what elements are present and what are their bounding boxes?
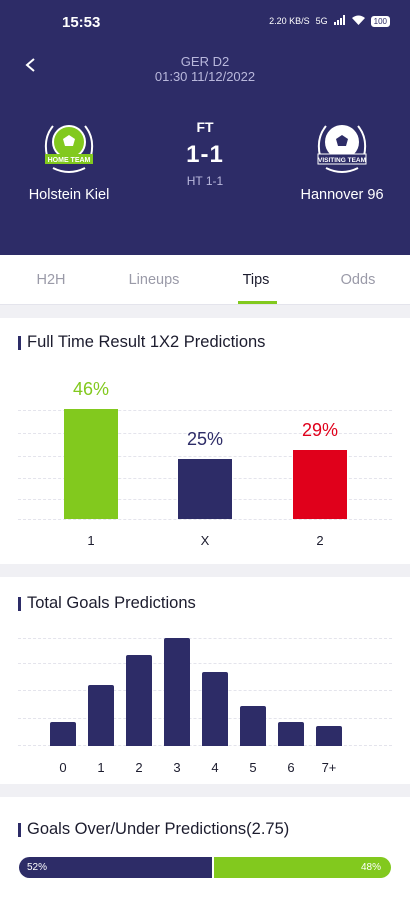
tab-lineups[interactable]: Lineups: [104, 272, 204, 288]
goals-category-label: 5: [249, 760, 257, 775]
goals-bar-2: [126, 654, 152, 746]
tab-h2h[interactable]: H2H: [1, 272, 101, 288]
goals-category-label: 6: [287, 760, 295, 775]
match-datetime: 01:30 11/12/2022: [154, 69, 256, 84]
league-name: GER D2: [180, 54, 230, 69]
title-accent-bar: [18, 596, 21, 611]
goals-bar-5: [240, 705, 266, 746]
result-predictions-title-text: Full Time Result 1X2 Predictions: [27, 333, 266, 351]
network-icon: 5G: [315, 16, 328, 26]
home-team-name[interactable]: Holstein Kiel: [4, 187, 134, 203]
goals-category-label: 1: [97, 760, 105, 775]
goals-bar-1: [88, 685, 114, 746]
status-time: 15:53: [62, 14, 101, 31]
title-accent-bar: [18, 822, 21, 837]
goals-category-label: 7+: [321, 760, 337, 775]
goals-bar-6: [278, 722, 304, 746]
over-segment: 48%: [214, 857, 391, 878]
prediction-bar-away: [293, 449, 347, 519]
status-bar: 15:53 2.20 KB/S 5G 100: [0, 0, 410, 40]
prediction-category-home: 1: [87, 533, 95, 548]
halftime-score: HT 1-1: [186, 174, 224, 188]
status-icons: 2.20 KB/S 5G 100: [269, 15, 390, 27]
goals-bar-7plus: [316, 725, 342, 746]
goals-bar-3: [164, 638, 190, 746]
away-team-name[interactable]: Hannover 96: [277, 187, 407, 203]
tab-odds[interactable]: Odds: [308, 272, 408, 288]
under-segment: 52%: [19, 857, 213, 878]
prediction-category-draw: X: [200, 533, 210, 548]
tab-tips[interactable]: Tips: [206, 272, 306, 288]
over-under-title: Goals Over/Under Predictions(2.75): [18, 820, 289, 839]
result-predictions-card: Full Time Result 1X2 Predictions 46% 25%…: [0, 318, 410, 564]
goals-category-label: 0: [59, 760, 67, 775]
prediction-label-away: 29%: [301, 419, 339, 440]
goals-category-label: 4: [211, 760, 219, 775]
goals-predictions-card: Total Goals Predictions 0 1 2 3 4 5 6 7+: [0, 577, 410, 784]
goals-category-label: 3: [173, 760, 181, 775]
prediction-bar-draw: [178, 459, 232, 519]
signal-icon: [333, 15, 346, 27]
over-under-title-text: Goals Over/Under Predictions(2.75): [27, 820, 290, 838]
goals-category-label: 2: [135, 760, 143, 775]
prediction-label-draw: 25%: [186, 429, 224, 450]
gridline: [18, 663, 392, 664]
gridline: [18, 519, 392, 520]
title-accent-bar: [18, 335, 21, 350]
goals-bar-4: [202, 671, 228, 746]
active-tab-indicator: [238, 301, 277, 304]
tab-bar: H2H Lineups Tips Odds: [0, 255, 410, 305]
goals-bar-0: [50, 722, 76, 746]
match-header: GER D2 01:30 11/12/2022 HOME TEAM VISITI…: [0, 40, 410, 255]
result-predictions-title: Full Time Result 1X2 Predictions: [18, 333, 265, 352]
gridline: [18, 638, 392, 639]
battery-icon: 100: [370, 15, 390, 27]
over-under-card: Goals Over/Under Predictions(2.75): [0, 797, 410, 900]
match-status: FT: [196, 119, 214, 135]
wifi-icon: [351, 15, 365, 27]
prediction-label-home: 46%: [72, 379, 110, 399]
data-speed-icon: 2.20 KB/S: [269, 16, 310, 26]
goals-predictions-title: Total Goals Predictions: [18, 594, 196, 613]
over-under-bar: 52% 48%: [19, 857, 391, 878]
prediction-category-away: 2: [316, 533, 324, 548]
match-score: 1-1: [186, 141, 224, 168]
prediction-bar-home: [64, 409, 118, 519]
goals-predictions-title-text: Total Goals Predictions: [27, 594, 196, 612]
